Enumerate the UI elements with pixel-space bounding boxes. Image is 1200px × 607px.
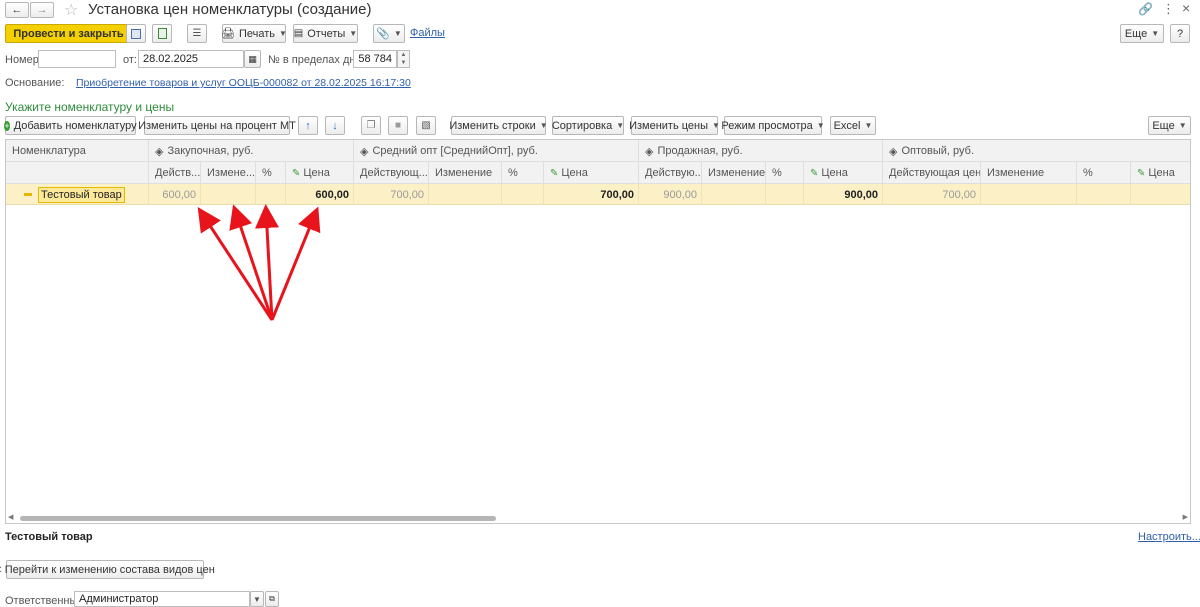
annotation-arrow [270,206,321,321]
chevron-down-icon: ▼ [253,594,261,604]
configure-link[interactable]: Настроить... [1138,531,1200,543]
annotation-arrows [197,204,321,321]
open-responsible-button[interactable]: ⧉ [265,591,279,607]
responsible-field[interactable]: Администратор [74,591,250,607]
current-item-label: Тестовый товар [5,531,93,543]
responsible-dropdown-button[interactable]: ▼ [250,591,264,607]
go-to-change-button[interactable]: < Перейти к изменению состава видов цен [0,560,215,579]
open-icon: ⧉ [269,594,275,603]
annotation-arrow [197,206,274,321]
